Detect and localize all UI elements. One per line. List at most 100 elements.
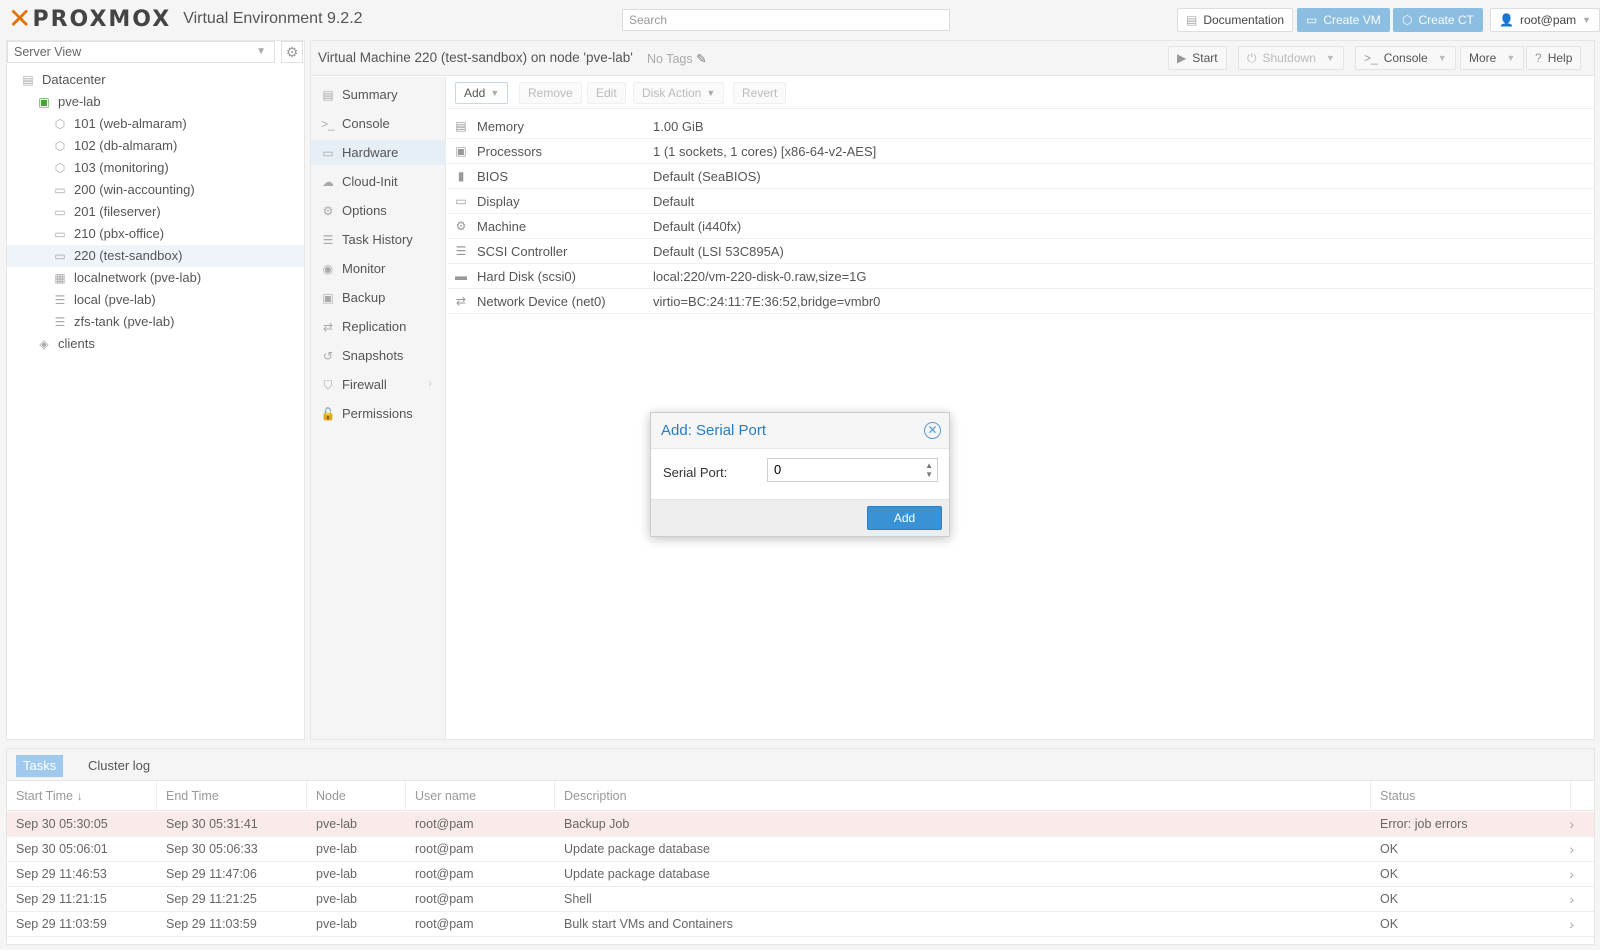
chip-icon: ▮ xyxy=(457,169,465,183)
nav-backup[interactable]: ▣ Backup xyxy=(311,285,446,310)
documentation-button[interactable]: ▤ Documentation xyxy=(1177,8,1294,32)
cell-end: Sep 30 05:06:33 xyxy=(166,842,258,856)
column-description[interactable]: Description xyxy=(555,781,1371,811)
nav-label: Task History xyxy=(342,232,413,247)
table-row[interactable]: Sep 29 11:03:59 Sep 29 11:03:59 pve-lab … xyxy=(7,912,1594,937)
view-selector[interactable]: Server View ▼ xyxy=(7,41,275,63)
cell-user: root@pam xyxy=(415,917,474,931)
tree-item-pool-clients[interactable]: ◈ clients xyxy=(7,333,304,355)
edit-button[interactable]: Edit xyxy=(587,82,626,104)
tree-item-storage-local[interactable]: ☰ local (pve-lab) xyxy=(7,289,304,311)
hardware-row-machine[interactable]: ⚙ Machine Default (i440fx) xyxy=(447,214,1595,239)
table-row[interactable]: Sep 29 11:21:15 Sep 29 11:21:25 pve-lab … xyxy=(7,887,1594,912)
nav-console[interactable]: >_ Console xyxy=(311,111,446,136)
tab-tasks[interactable]: Tasks xyxy=(16,755,64,777)
tree-item-label: zfs-tank (pve-lab) xyxy=(74,314,175,329)
tree-item-vm-220[interactable]: ▭ 220 (test-sandbox) xyxy=(7,245,304,267)
nav-snapshots[interactable]: ↺ Snapshots xyxy=(311,343,446,368)
table-row[interactable]: Sep 30 05:30:05 Sep 30 05:31:41 pve-lab … xyxy=(7,812,1594,837)
hardware-row-display[interactable]: ▭ Display Default xyxy=(447,189,1595,214)
hardware-row-processors[interactable]: ▣ Processors 1 (1 sockets, 1 cores) [x86-6… xyxy=(447,139,1595,164)
column-status[interactable]: Status xyxy=(1371,781,1571,811)
server-online-icon: ▣ xyxy=(38,95,50,109)
tree-item-datacenter[interactable]: ▤ Datacenter xyxy=(7,69,304,91)
retweet-icon: ⇄ xyxy=(322,320,334,334)
spinner-arrows-icon[interactable]: ▲ ▼ xyxy=(925,461,933,479)
chevron-right-icon[interactable]: › xyxy=(1569,812,1574,837)
create-ct-button[interactable]: ⬡ Create CT xyxy=(1393,8,1483,32)
nav-hardware[interactable]: ▭ Hardware xyxy=(311,140,446,165)
hardware-key: SCSI Controller xyxy=(477,244,568,259)
nav-cloud-init[interactable]: ☁ Cloud-Init xyxy=(311,169,446,194)
nav-replication[interactable]: ⇄ Replication xyxy=(311,314,446,339)
nav-monitor[interactable]: ◉ Monitor xyxy=(311,256,446,281)
nav-task-history[interactable]: ☰ Task History xyxy=(311,227,446,252)
user-menu-button[interactable]: 👤 root@pam ▼ xyxy=(1490,8,1600,32)
search-input[interactable]: Search xyxy=(622,9,950,31)
tags-icon: ◈ xyxy=(39,337,49,351)
chevron-right-icon[interactable]: › xyxy=(1569,887,1574,912)
create-vm-button[interactable]: ▭ Create VM xyxy=(1297,8,1390,32)
add-button[interactable]: Add ▼ xyxy=(455,82,509,104)
add-serial-port-dialog: Add: Serial Port ✕ Serial Port: 0 ▲ ▼ Add xyxy=(650,412,950,537)
chevron-right-icon[interactable]: › xyxy=(1569,862,1574,887)
tree-item-vm-210[interactable]: ▭ 210 (pbx-office) xyxy=(7,223,304,245)
nav-options[interactable]: ⚙ Options xyxy=(311,198,446,223)
tree-item-label: local (pve-lab) xyxy=(74,292,156,307)
gear-icon: ⚙ xyxy=(322,204,334,218)
tree-item-label: 201 (fileserver) xyxy=(74,204,161,219)
hardware-row-network-device[interactable]: ⇄ Network Device (net0) virtio=BC:24:11:7E… xyxy=(447,289,1595,314)
cell-start: Sep 29 11:46:53 xyxy=(16,867,107,881)
close-icon[interactable]: ✕ xyxy=(924,422,941,439)
cell-status: OK xyxy=(1380,842,1399,856)
table-row[interactable]: Sep 29 11:46:53 Sep 29 11:47:06 pve-lab … xyxy=(7,862,1594,887)
tree-settings-button[interactable]: ⚙ xyxy=(281,41,303,63)
more-button[interactable]: More ▼ xyxy=(1460,46,1525,70)
cell-node: pve-lab xyxy=(316,817,357,831)
table-row[interactable]: Sep 30 05:06:01 Sep 30 05:06:33 pve-lab … xyxy=(7,837,1594,862)
chevron-right-icon[interactable]: › xyxy=(1569,912,1574,937)
console-button[interactable]: >_ Console ▼ xyxy=(1355,46,1456,70)
tree-item-label: localnetwork (pve-lab) xyxy=(74,270,202,285)
column-node[interactable]: Node xyxy=(307,781,406,811)
tab-cluster-log[interactable]: Cluster log xyxy=(81,755,157,777)
nav-firewall[interactable]: ⛉ Firewall › xyxy=(311,372,446,397)
serial-port-input[interactable]: 0 ▲ ▼ xyxy=(767,458,938,482)
tree-item-ct-103[interactable]: ⬡ 103 (monitoring) xyxy=(7,157,304,179)
hardware-row-memory[interactable]: ▤ Memory 1.00 GiB xyxy=(447,114,1595,139)
start-button[interactable]: ▶ Start xyxy=(1168,46,1227,70)
tree-item-storage-zfs[interactable]: ☰ zfs-tank (pve-lab) xyxy=(7,311,304,333)
remove-button[interactable]: Remove xyxy=(519,82,582,104)
column-start-time[interactable]: Start Time ↓ xyxy=(7,781,157,811)
dialog-add-button[interactable]: Add xyxy=(867,506,942,530)
nav-permissions[interactable]: 🔓 Permissions xyxy=(311,401,446,426)
tree-item-vm-201[interactable]: ▭ 201 (fileserver) xyxy=(7,201,304,223)
tree-item-node[interactable]: ▣ pve-lab xyxy=(7,91,304,113)
revert-button[interactable]: Revert xyxy=(733,82,787,104)
column-end-time[interactable]: End Time xyxy=(157,781,307,811)
chevron-down-icon: ▼ xyxy=(1506,53,1516,63)
disk-action-button[interactable]: Disk Action ▼ xyxy=(633,82,725,104)
hardware-value: virtio=BC:24:11:7E:36:52,bridge=vmbr0 xyxy=(653,294,881,309)
container-icon: ⬡ xyxy=(54,117,66,131)
shutdown-button[interactable]: ⏻ Shutdown ▼ xyxy=(1238,46,1344,70)
column-user-name[interactable]: User name xyxy=(406,781,555,811)
hardware-row-bios[interactable]: ▮ BIOS Default (SeaBIOS) xyxy=(447,164,1595,189)
cell-end: Sep 30 05:31:41 xyxy=(166,817,258,831)
tree-item-label: 210 (pbx-office) xyxy=(74,226,165,241)
play-icon: ▶ xyxy=(1177,51,1187,65)
tree-item-vm-200[interactable]: ▭ 200 (win-accounting) xyxy=(7,179,304,201)
documentation-label: Documentation xyxy=(1203,13,1285,27)
tags-editor[interactable]: No Tags ✎ xyxy=(647,51,707,66)
tree-item-ct-101[interactable]: ⬡ 101 (web-almaram) xyxy=(7,113,304,135)
pencil-icon[interactable]: ✎ xyxy=(696,52,706,66)
tree-item-ct-102[interactable]: ⬡ 102 (db-almaram) xyxy=(7,135,304,157)
tree-item-localnetwork[interactable]: ▦ localnetwork (pve-lab) xyxy=(7,267,304,289)
hardware-row-hard-disk[interactable]: ▬ Hard Disk (scsi0) local:220/vm-220-disk-… xyxy=(447,264,1595,289)
chevron-right-icon[interactable]: › xyxy=(1569,837,1574,862)
nav-summary[interactable]: ▤ Summary xyxy=(311,82,446,107)
proxmox-logo[interactable]: ✕ PROXMOX Virtual Environment 9.2.2 xyxy=(8,0,363,38)
help-button[interactable]: ? Help xyxy=(1526,46,1582,70)
hardware-row-scsi-controller[interactable]: ☰ SCSI Controller Default (LSI 53C895A) xyxy=(447,239,1595,264)
chevron-down-icon: ▼ xyxy=(256,46,266,57)
